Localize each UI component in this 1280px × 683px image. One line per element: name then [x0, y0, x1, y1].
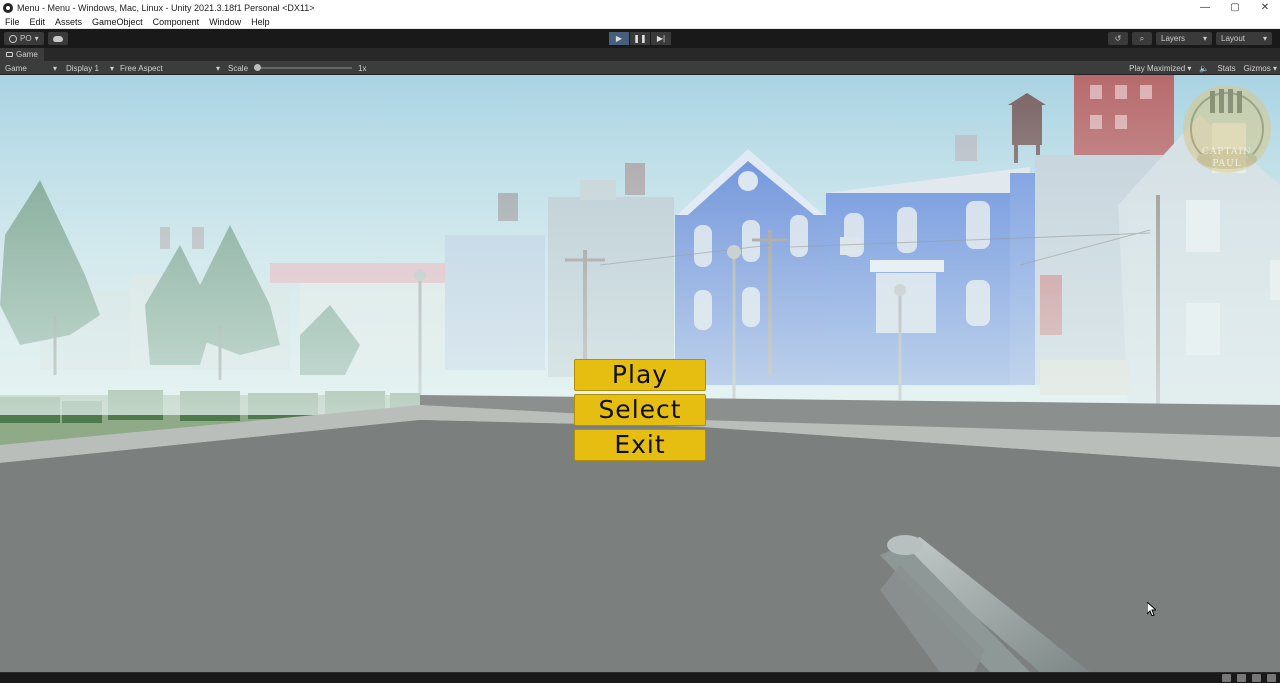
chevron-down-icon: ▾ — [1202, 34, 1207, 43]
play-controls: ▶ ❚❚ ▶| — [609, 32, 671, 45]
chevron-down-icon: ▾ — [1272, 63, 1277, 73]
title-bar: Menu - Menu - Windows, Mac, Linux - Unit… — [0, 0, 1280, 15]
cloud-icon — [52, 35, 63, 42]
step-button[interactable]: ▶| — [651, 32, 671, 45]
account-label: PO — [20, 34, 32, 43]
play-button-ingame[interactable]: Play — [574, 359, 706, 391]
game-tab-row: Game — [0, 48, 1280, 61]
tab-game[interactable]: Game — [0, 48, 44, 61]
menu-bar: File Edit Assets GameObject Component Wi… — [0, 15, 1280, 29]
chevron-down-icon: ▾ — [109, 63, 114, 73]
game-view-toolbar: Game ▾ Display 1 ▾ Free Aspect ▾ Scale 1… — [0, 61, 1280, 75]
gizmos-label: Gizmos — [1243, 63, 1271, 73]
menu-window[interactable]: Window — [204, 17, 246, 27]
window-controls: — ▢ ✕ — [1190, 0, 1280, 15]
status-bar — [0, 672, 1280, 683]
aspect-label: Free Aspect — [120, 63, 163, 73]
network-icon[interactable] — [1222, 674, 1231, 682]
maximize-button[interactable]: ▢ — [1220, 0, 1250, 15]
pause-icon: ❚❚ — [633, 34, 647, 43]
layers-status-icon[interactable] — [1237, 674, 1246, 682]
status-icons — [1222, 674, 1276, 682]
chevron-down-icon: ▾ — [215, 63, 220, 73]
scale-value: 1x — [358, 63, 367, 73]
layout-label: Layout — [1221, 34, 1246, 43]
tab-game-label: Game — [16, 50, 38, 59]
speaker-icon: 🔈 — [1199, 63, 1210, 73]
scale-slider-handle[interactable] — [254, 64, 262, 71]
layers-dropdown[interactable]: Layers ▾ — [1156, 32, 1212, 45]
account-dropdown[interactable]: PO ▾ — [4, 32, 44, 45]
chevron-down-icon: ▾ — [52, 63, 57, 73]
window-title: Menu - Menu - Windows, Mac, Linux - Unit… — [17, 2, 315, 13]
play-mode-dropdown[interactable]: Play Maximized ▾ — [1129, 64, 1191, 73]
game-view[interactable]: CAPTAIN PAUL Play Select Exit — [0, 75, 1280, 672]
minimize-button[interactable]: — — [1190, 0, 1220, 15]
menu-assets[interactable]: Assets — [50, 17, 87, 27]
menu-file[interactable]: File — [0, 17, 25, 27]
layers-label: Layers — [1161, 34, 1186, 43]
menu-gameobject[interactable]: GameObject — [87, 17, 148, 27]
view-mode-dropdown[interactable]: Game ▾ — [2, 62, 60, 74]
display-label: Display 1 — [66, 63, 99, 73]
menu-component[interactable]: Component — [148, 17, 205, 27]
main-menu-panel: Play Select Exit — [574, 359, 706, 464]
search-icon: ⌕ — [1139, 33, 1145, 43]
close-button[interactable]: ✕ — [1250, 0, 1280, 15]
exit-button[interactable]: Exit — [574, 429, 706, 461]
menu-edit[interactable]: Edit — [25, 17, 51, 27]
play-button[interactable]: ▶ — [609, 32, 629, 45]
chevron-down-icon: ▾ — [1187, 63, 1192, 73]
view-mode-label: Game — [5, 63, 27, 73]
game-controller-icon — [6, 52, 13, 57]
scale-slider[interactable] — [254, 64, 353, 71]
scale-label: Scale — [228, 63, 249, 73]
layout-dropdown[interactable]: Layout ▾ — [1216, 32, 1272, 45]
pause-button[interactable]: ❚❚ — [630, 32, 650, 45]
play-mode-label: Play Maximized — [1129, 63, 1186, 73]
account-icon — [9, 34, 17, 43]
mouse-cursor-icon — [1147, 602, 1156, 616]
chevron-down-icon: ▾ — [34, 34, 39, 43]
stats-button[interactable]: Stats — [1217, 64, 1235, 73]
cloud-button[interactable] — [47, 32, 68, 45]
display-dropdown[interactable]: Display 1 ▾ — [63, 62, 117, 74]
gizmos-dropdown[interactable]: Gizmos ▾ — [1244, 64, 1277, 73]
chevron-down-icon: ▾ — [1262, 34, 1267, 43]
history-icon: ↺ — [1114, 34, 1122, 43]
search-button[interactable]: ⌕ — [1132, 32, 1152, 45]
unity-editor-window: Menu - Menu - Windows, Mac, Linux - Unit… — [0, 0, 1280, 683]
play-icon: ▶ — [615, 34, 623, 43]
step-icon: ▶| — [656, 34, 666, 43]
cache-icon[interactable] — [1252, 674, 1261, 682]
main-toolbar: PO ▾ ▶ ❚❚ ▶| ↺ ⌕ Layers ▾ Layout ▾ — [0, 29, 1280, 48]
game-view-options: Play Maximized ▾ 🔈 Stats Gizmos ▾ — [1129, 62, 1277, 74]
unity-logo-icon — [3, 2, 13, 13]
menu-help[interactable]: Help — [246, 17, 275, 27]
aspect-dropdown[interactable]: Free Aspect ▾ — [117, 62, 223, 74]
scale-control: Scale 1x — [228, 62, 366, 74]
select-button[interactable]: Select — [574, 394, 706, 426]
toolbar-right: ↺ ⌕ Layers ▾ Layout ▾ — [1108, 32, 1272, 45]
undo-history-button[interactable]: ↺ — [1108, 32, 1128, 45]
settings-icon[interactable] — [1267, 674, 1276, 682]
mute-audio-button[interactable]: 🔈 — [1199, 64, 1209, 73]
